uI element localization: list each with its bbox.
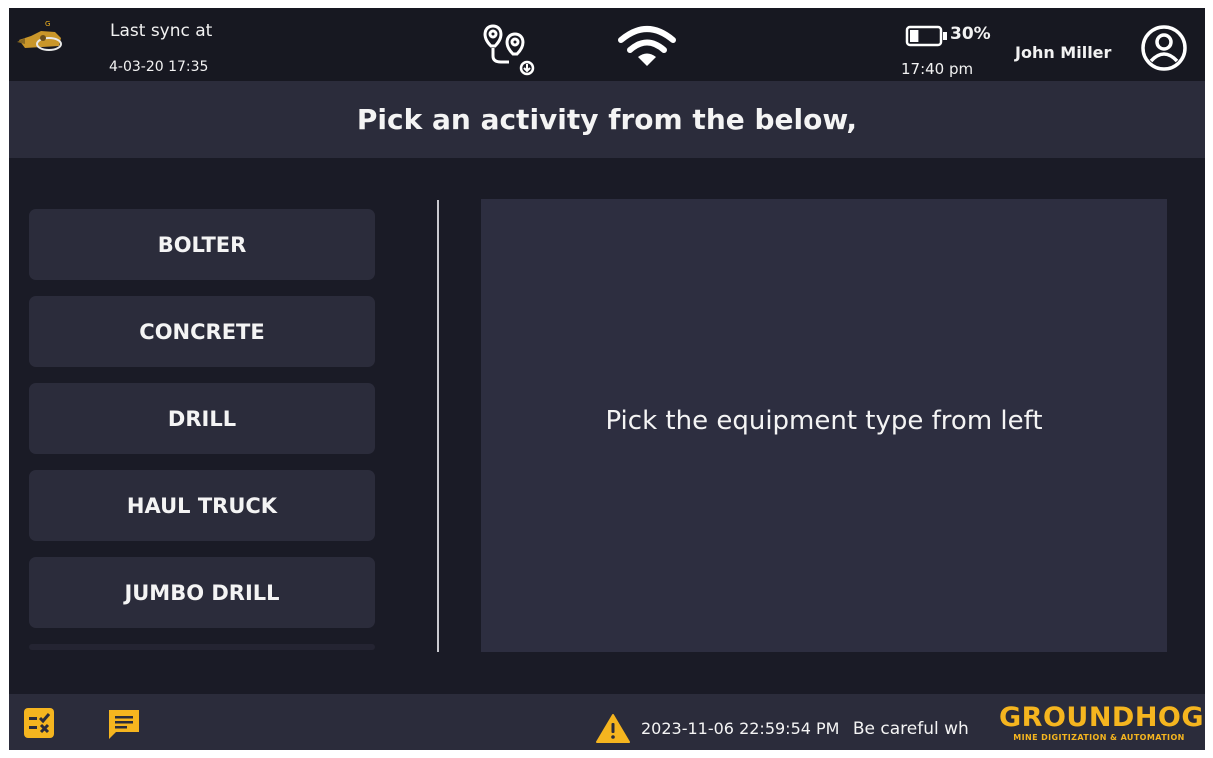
clock: 17:40 pm	[901, 60, 974, 78]
brand-tagline: MINE DIGITIZATION & AUTOMATION	[1013, 733, 1185, 742]
app-window: G Last sync at 4-03-20 17:35 30% 17:40 p…	[9, 8, 1205, 750]
status-bar: G Last sync at 4-03-20 17:35 30% 17:40 p…	[9, 8, 1205, 81]
equipment-button-bolter[interactable]: BOLTER	[29, 209, 375, 280]
equipment-button-jumbo-drill[interactable]: JUMBO DRILL	[29, 557, 375, 628]
user-avatar-icon[interactable]	[1139, 23, 1189, 73]
detail-placeholder: Pick the equipment type from left	[605, 405, 1043, 436]
svg-text:G: G	[45, 20, 50, 28]
wifi-icon	[618, 26, 676, 66]
user-name[interactable]: John Miller	[1015, 43, 1111, 62]
equipment-list-overflow	[29, 644, 375, 650]
alert-ticker[interactable]: 2023-11-06 22:59:54 PM Be careful wh	[641, 719, 981, 739]
panel-divider	[437, 200, 439, 652]
warning-icon	[596, 714, 630, 743]
bottom-bar: 2023-11-06 22:59:54 PM Be careful wh GRO…	[9, 694, 1205, 750]
alert-message: Be careful wh	[852, 719, 969, 739]
equipment-type-list: BOLTER CONCRETE DRILL HAUL TRUCK JUMBO D…	[29, 209, 375, 650]
equipment-button-haul-truck[interactable]: HAUL TRUCK	[29, 470, 375, 541]
route-icon[interactable]	[479, 24, 539, 78]
battery-percent: 30%	[950, 24, 991, 44]
equipment-button-concrete[interactable]: CONCRETE	[29, 296, 375, 367]
equipment-detail-panel: Pick the equipment type from left	[481, 199, 1167, 652]
last-sync-label: Last sync at	[110, 21, 213, 41]
brand-name: GROUNDHOG	[999, 702, 1205, 733]
battery-icon	[905, 25, 947, 47]
equipment-button-drill[interactable]: DRILL	[29, 383, 375, 454]
chat-icon[interactable]	[106, 707, 142, 741]
alert-timestamp: 2023-11-06 22:59:54 PM	[641, 719, 840, 738]
page-title: Pick an activity from the below,	[356, 103, 858, 136]
last-sync-value: 4-03-20 17:35	[109, 59, 209, 75]
page-header: Pick an activity from the below,	[9, 81, 1205, 158]
app-logo-icon: G	[17, 20, 62, 51]
checklist-icon[interactable]	[23, 707, 55, 739]
brand-logo: GROUNDHOG MINE DIGITIZATION & AUTOMATION	[999, 702, 1205, 743]
